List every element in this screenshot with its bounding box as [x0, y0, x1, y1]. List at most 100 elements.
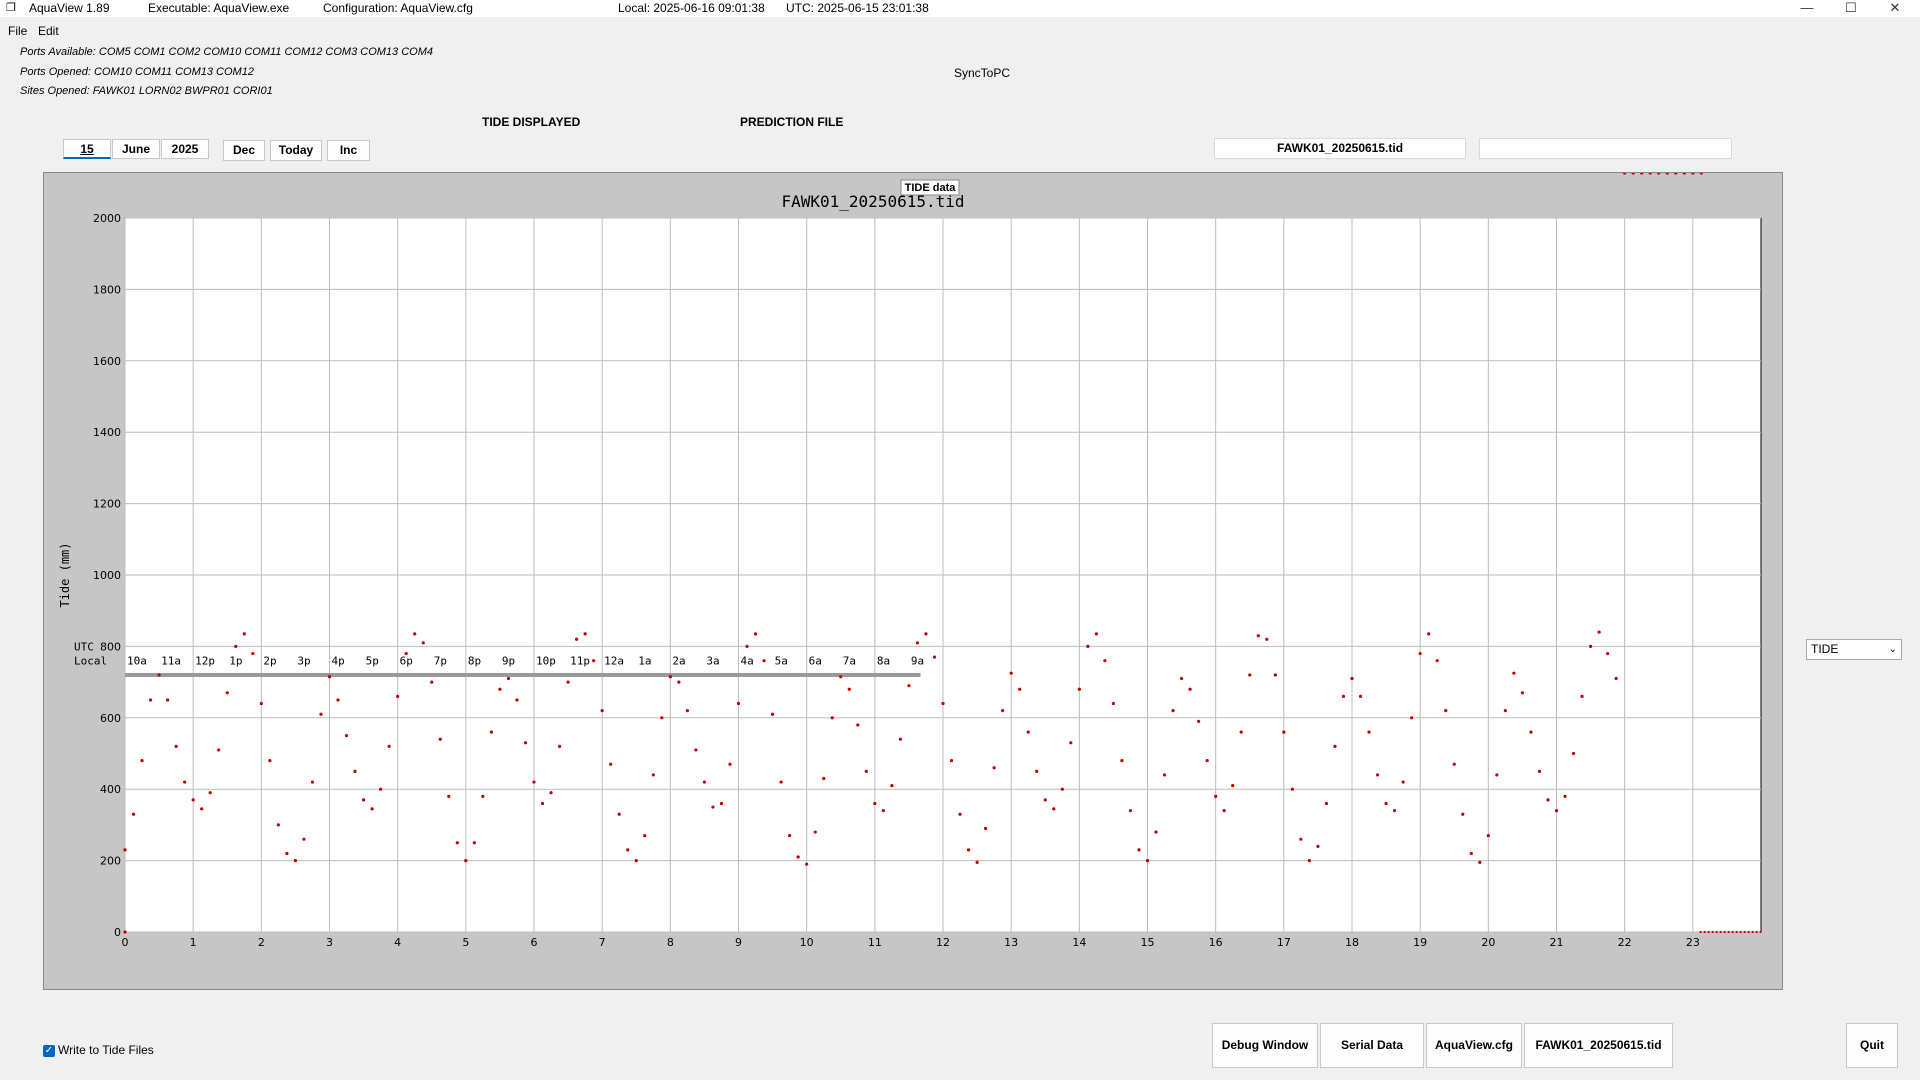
- tide-displayed-file-field[interactable]: FAWK01_20250615.tid: [1214, 138, 1466, 159]
- x-tick-label: 8: [667, 936, 674, 949]
- close-icon[interactable]: ✕: [1872, 0, 1918, 16]
- tide-point: [1648, 173, 1652, 175]
- local-time-tick: 9p: [502, 655, 515, 668]
- tide-point: [1103, 659, 1107, 663]
- tide-point: [915, 641, 920, 645]
- month-field[interactable]: June: [112, 139, 160, 159]
- tide-point: [736, 701, 741, 706]
- x-tick-label: 3: [326, 936, 333, 949]
- tide-point: [1606, 651, 1610, 656]
- tide-point: [575, 637, 579, 641]
- tide-point: [1239, 730, 1243, 734]
- tide-point: [1503, 709, 1507, 713]
- dec-button[interactable]: Dec: [223, 140, 265, 161]
- tide-point: [1461, 812, 1465, 816]
- tide-point: [157, 673, 161, 677]
- today-button[interactable]: Today: [270, 140, 322, 161]
- local-time-tick: 6a: [809, 655, 822, 668]
- local-time-tick: 3a: [706, 655, 719, 668]
- ports-opened: Ports Opened: COM10 COM11 COM13 COM12: [20, 66, 254, 78]
- tide-point: [1384, 801, 1388, 806]
- x-tick-label: 6: [531, 936, 538, 949]
- tide-point: [242, 632, 246, 636]
- tide-point: [1222, 809, 1226, 813]
- serial-data-button[interactable]: Serial Data: [1320, 1023, 1424, 1068]
- tide-point: [1520, 691, 1525, 695]
- local-time-tick: 2p: [263, 655, 276, 668]
- x-tick-label: 12: [936, 936, 950, 949]
- tide-point: [1410, 716, 1414, 720]
- tide-point: [1171, 709, 1175, 713]
- channel-select-value: TIDE: [1811, 642, 1839, 656]
- aquaview-cfg-button[interactable]: AquaView.cfg: [1426, 1023, 1522, 1068]
- tide-point: [489, 730, 493, 734]
- y-axis-label: Tide (mm): [58, 542, 72, 607]
- tide-point: [1674, 173, 1678, 175]
- tide-point: [455, 841, 459, 845]
- tide-point: [941, 701, 945, 706]
- tide-point: [1214, 794, 1218, 798]
- local-time-tick: 1p: [229, 655, 242, 668]
- tide-point: [557, 744, 562, 748]
- tide-point: [1299, 837, 1303, 841]
- tide-point: [1145, 859, 1150, 863]
- tide-point: [796, 855, 800, 859]
- tide-point: [1179, 676, 1184, 681]
- tide-point: [1554, 809, 1559, 813]
- tide-point: [1341, 694, 1346, 698]
- day-field[interactable]: 15: [63, 139, 111, 159]
- local-time-tick: 1a: [638, 655, 651, 668]
- quit-button[interactable]: Quit: [1846, 1023, 1898, 1068]
- local-time-tick: 12a: [604, 655, 624, 668]
- tide-point: [481, 794, 485, 798]
- inc-button[interactable]: Inc: [327, 140, 370, 161]
- menu-edit[interactable]: Edit: [38, 24, 59, 38]
- write-tide-files-checkbox[interactable]: ✓ Write to Tide Files: [43, 1043, 154, 1057]
- tide-point: [225, 691, 229, 695]
- title-bar: ❐ AquaView 1.89 Executable: AquaView.exe…: [0, 0, 1920, 17]
- tide-point: [762, 659, 766, 663]
- tide-point: [327, 675, 332, 679]
- tide-point: [1623, 173, 1627, 175]
- tide-point: [600, 709, 604, 713]
- tide-file-button[interactable]: FAWK01_20250615.tid: [1524, 1023, 1673, 1068]
- tide-point: [864, 769, 868, 773]
- tide-point: [1282, 730, 1286, 734]
- debug-window-button[interactable]: Debug Window: [1212, 1023, 1318, 1068]
- tide-point: [1640, 173, 1644, 175]
- y-tick-label: 1200: [93, 498, 121, 511]
- tide-point: [396, 694, 400, 698]
- y-tick-label: 1000: [93, 569, 121, 582]
- prediction-file-field[interactable]: [1479, 138, 1732, 159]
- year-field[interactable]: 2025: [161, 139, 209, 159]
- x-tick-label: 10: [800, 936, 814, 949]
- tide-point: [276, 823, 280, 827]
- local-time-tick: 4p: [332, 655, 345, 668]
- tide-point: [336, 698, 340, 702]
- local-time-tick: 7a: [843, 655, 856, 668]
- tide-point: [1435, 659, 1439, 663]
- local-time-tick: 6p: [400, 655, 413, 668]
- tide-point: [549, 791, 553, 795]
- x-tick-label: 2: [258, 936, 265, 949]
- tide-point: [643, 834, 647, 838]
- tide-point: [532, 780, 536, 784]
- tide-point: [1324, 801, 1329, 806]
- local-time-tick: 10p: [536, 655, 556, 668]
- x-tick-label: 22: [1618, 936, 1632, 949]
- menu-file[interactable]: File: [8, 24, 27, 38]
- y-tick-label: 0: [114, 926, 121, 939]
- minimize-icon[interactable]: —: [1784, 0, 1830, 16]
- y-tick-label: 800: [100, 640, 121, 653]
- tide-point: [310, 780, 315, 784]
- x-tick-label: 0: [122, 936, 129, 949]
- tide-point: [924, 632, 928, 636]
- maximize-icon[interactable]: ☐: [1828, 0, 1874, 16]
- tide-point: [617, 812, 621, 816]
- tide-point: [1682, 173, 1686, 175]
- channel-select[interactable]: TIDE ⌄: [1806, 639, 1902, 660]
- tide-point: [873, 801, 877, 806]
- x-tick-label: 23: [1686, 936, 1700, 949]
- tide-point: [1009, 671, 1013, 675]
- tide-point: [1699, 173, 1703, 175]
